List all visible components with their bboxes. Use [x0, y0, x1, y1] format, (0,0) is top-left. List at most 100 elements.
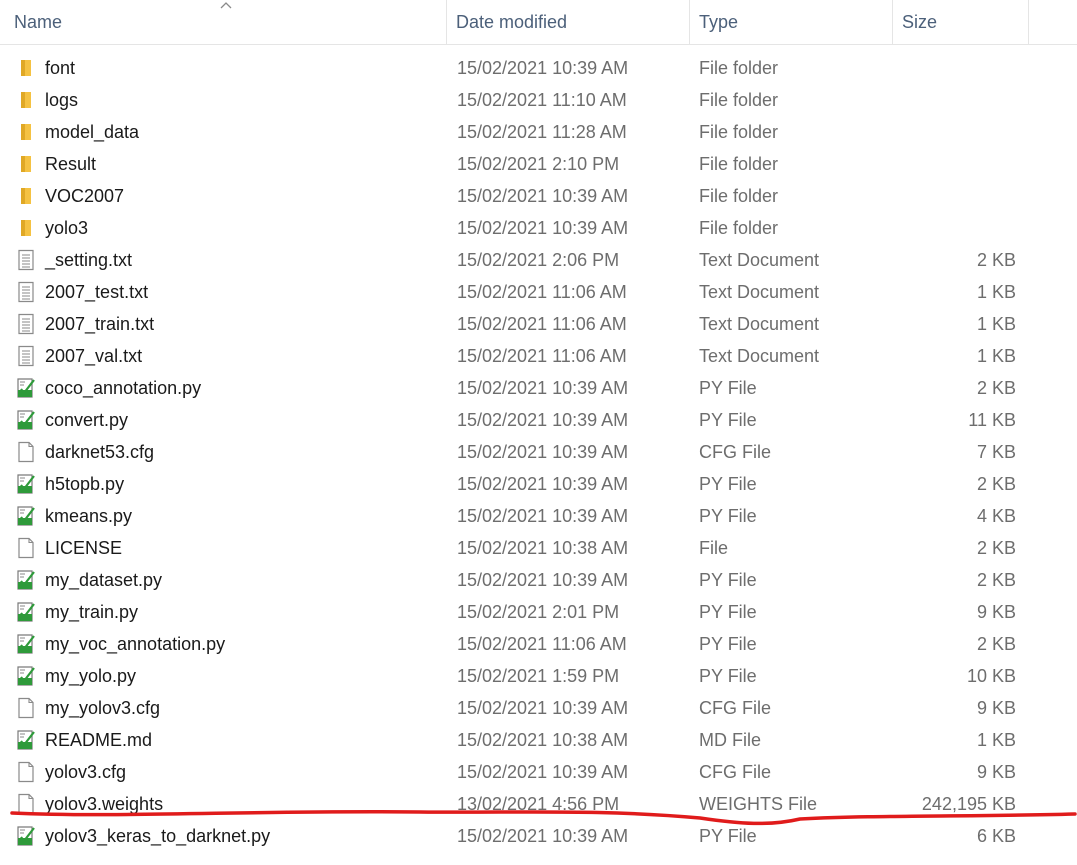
- file-type: CFG File: [699, 762, 771, 782]
- file-size: 2 KB: [976, 538, 1016, 558]
- file-type: MD File: [699, 730, 761, 750]
- file-date-modified: 15/02/2021 10:39 AM: [457, 826, 629, 846]
- file-size: 1 KB: [976, 346, 1016, 366]
- file-row[interactable]: darknet53.cfg 15/02/2021 10:39 AM CFG File…: [0, 436, 1077, 468]
- file-row[interactable]: coco_annotation.py 15/02/2021 10:39 AM PY …: [0, 372, 1077, 404]
- file-date-modified: 13/02/2021 4:56 PM: [457, 794, 620, 814]
- file-name: model_data: [45, 122, 140, 142]
- file-row[interactable]: my_voc_annotation.py 15/02/2021 11:06 AM P…: [0, 628, 1077, 660]
- file-row[interactable]: yolov3.weights 13/02/2021 4:56 PM WEIGHTS …: [0, 788, 1077, 820]
- file-row[interactable]: my_yolo.py 15/02/2021 1:59 PM PY File 10 KB: [0, 660, 1077, 692]
- folder-icon: [16, 121, 36, 143]
- file-name: my_yolo.py: [45, 666, 137, 686]
- column-header-size[interactable]: Size: [892, 0, 1028, 44]
- file-date-modified: 15/02/2021 10:39 AM: [457, 186, 629, 206]
- file-date-modified: 15/02/2021 11:06 AM: [457, 282, 627, 302]
- file-row[interactable]: 2007_val.txt 15/02/2021 11:06 AM Text Docu…: [0, 340, 1077, 372]
- file-row[interactable]: 2007_test.txt 15/02/2021 11:06 AM Text Doc…: [0, 276, 1077, 308]
- text-file-icon: [16, 249, 36, 271]
- python-file-icon: [16, 601, 36, 623]
- file-type: PY File: [699, 826, 757, 846]
- file-date-modified: 15/02/2021 11:28 AM: [457, 122, 627, 142]
- file-size: 6 KB: [976, 826, 1016, 846]
- text-file-icon: [16, 313, 36, 335]
- file-type: File folder: [699, 154, 779, 174]
- file-type: Text Document: [699, 282, 820, 302]
- file-size: 9 KB: [976, 762, 1016, 782]
- file-row[interactable]: logs 15/02/2021 11:10 AM File folder: [0, 84, 1077, 116]
- file-type: PY File: [699, 474, 757, 494]
- file-row[interactable]: _setting.txt 15/02/2021 2:06 PM Text Docum…: [0, 244, 1077, 276]
- python-file-icon: [16, 633, 36, 655]
- file-date-modified: 15/02/2021 10:39 AM: [457, 698, 629, 718]
- file-size: 7 KB: [976, 442, 1016, 462]
- file-row[interactable]: VOC2007 15/02/2021 10:39 AM File folder: [0, 180, 1077, 212]
- file-name: kmeans.py: [45, 506, 133, 526]
- file-size: 2 KB: [976, 250, 1016, 270]
- python-file-icon: [16, 825, 36, 847]
- file-size: 2 KB: [976, 634, 1016, 654]
- file-type: Text Document: [699, 346, 820, 366]
- file-size: 1 KB: [976, 730, 1016, 750]
- file-row[interactable]: LICENSE 15/02/2021 10:38 AM File 2 KB: [0, 532, 1077, 564]
- file-size: [895, 84, 1016, 116]
- column-header-type[interactable]: Type: [689, 0, 892, 44]
- file-size: [895, 180, 1016, 212]
- sort-ascending-icon: [220, 2, 232, 9]
- file-type: File folder: [699, 58, 779, 78]
- file-name: _setting.txt: [45, 250, 133, 270]
- file-type: PY File: [699, 666, 757, 686]
- blank-file-icon: [16, 697, 36, 719]
- file-row[interactable]: Result 15/02/2021 2:10 PM File folder: [0, 148, 1077, 180]
- file-name: h5topb.py: [45, 474, 125, 494]
- file-date-modified: 15/02/2021 1:59 PM: [457, 666, 620, 686]
- file-name: coco_annotation.py: [45, 378, 202, 398]
- file-row[interactable]: yolov3_keras_to_darknet.py 15/02/2021 10:…: [0, 820, 1077, 852]
- python-file-icon: [16, 473, 36, 495]
- text-file-icon: [16, 281, 36, 303]
- file-size: 10 KB: [966, 666, 1016, 686]
- file-row[interactable]: font 15/02/2021 10:39 AM File folder: [0, 52, 1077, 84]
- file-type: File folder: [699, 218, 779, 238]
- file-type: PY File: [699, 634, 757, 654]
- file-date-modified: 15/02/2021 10:39 AM: [457, 58, 629, 78]
- file-type: PY File: [699, 506, 757, 526]
- file-name: 2007_val.txt: [45, 346, 143, 366]
- file-type: File: [699, 538, 729, 558]
- file-row[interactable]: yolov3.cfg 15/02/2021 10:39 AM CFG File 9 K…: [0, 756, 1077, 788]
- column-header-date-modified[interactable]: Date modified: [446, 0, 689, 44]
- file-date-modified: 15/02/2021 10:39 AM: [457, 570, 629, 590]
- column-divider[interactable]: [1028, 0, 1029, 44]
- file-row[interactable]: my_yolov3.cfg 15/02/2021 10:39 AM CFG File…: [0, 692, 1077, 724]
- file-date-modified: 15/02/2021 11:06 AM: [457, 314, 627, 334]
- python-file-icon: [16, 729, 36, 751]
- column-header-bar: Name Date modified Type Size: [0, 0, 1077, 45]
- file-date-modified: 15/02/2021 10:39 AM: [457, 410, 629, 430]
- file-date-modified: 15/02/2021 11:10 AM: [457, 90, 627, 110]
- file-date-modified: 15/02/2021 2:06 PM: [457, 250, 620, 270]
- file-date-modified: 15/02/2021 10:38 AM: [457, 730, 629, 750]
- file-type: PY File: [699, 410, 757, 430]
- file-date-modified: 15/02/2021 10:39 AM: [457, 474, 629, 494]
- file-name: 2007_test.txt: [45, 282, 149, 302]
- file-size: [895, 212, 1016, 244]
- file-row[interactable]: my_dataset.py 15/02/2021 10:39 AM PY File 2…: [0, 564, 1077, 596]
- file-date-modified: 15/02/2021 2:01 PM: [457, 602, 620, 622]
- file-name: font: [45, 58, 76, 78]
- file-size: 242,195 KB: [921, 794, 1016, 814]
- file-type: PY File: [699, 602, 757, 622]
- file-row[interactable]: README.md 15/02/2021 10:38 AM MD File 1 KB: [0, 724, 1077, 756]
- file-row[interactable]: convert.py 15/02/2021 10:39 AM PY File 11 K…: [0, 404, 1077, 436]
- file-type: PY File: [699, 378, 757, 398]
- file-date-modified: 15/02/2021 10:38 AM: [457, 538, 629, 558]
- file-row[interactable]: kmeans.py 15/02/2021 10:39 AM PY File 4 KB: [0, 500, 1077, 532]
- blank-file-icon: [16, 793, 36, 815]
- file-size: [895, 116, 1016, 148]
- file-row[interactable]: my_train.py 15/02/2021 2:01 PM PY File 9 KB: [0, 596, 1077, 628]
- file-row[interactable]: h5topb.py 15/02/2021 10:39 AM PY File 2 KB: [0, 468, 1077, 500]
- python-file-icon: [16, 505, 36, 527]
- file-row[interactable]: model_data 15/02/2021 11:28 AM File folder: [0, 116, 1077, 148]
- file-type: File folder: [699, 186, 779, 206]
- file-row[interactable]: 2007_train.txt 15/02/2021 11:06 AM Text Do…: [0, 308, 1077, 340]
- file-row[interactable]: yolo3 15/02/2021 10:39 AM File folder: [0, 212, 1077, 244]
